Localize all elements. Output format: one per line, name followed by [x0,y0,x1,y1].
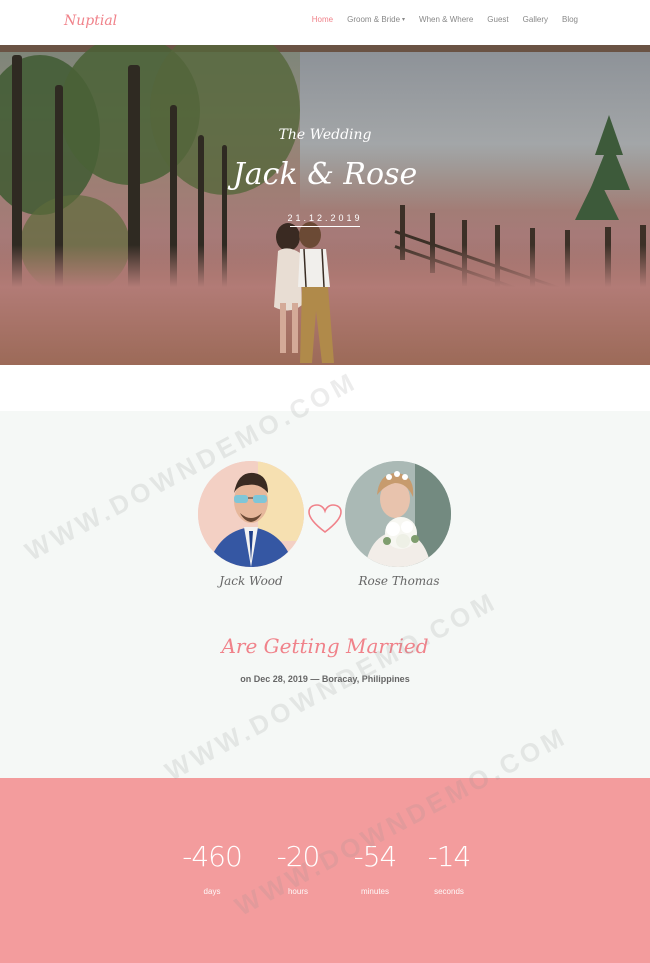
countdown-section: -460 days -20 hours -54 minutes -14 seco… [0,778,650,963]
countdown-minutes-value: -54 [353,840,398,873]
countdown-seconds-value: -14 [427,840,472,873]
chevron-down-icon: ▾ [402,17,406,23]
nav-item-home[interactable]: Home [312,15,333,24]
nav-item-label: Guest [487,15,509,24]
groom-avatar [198,461,304,567]
hero-title: Jack & Rose [232,157,418,192]
heart-icon [308,504,342,534]
nav-item-blog[interactable]: Blog [562,15,578,24]
nav-item-label: When & Where [419,15,474,24]
groom-photo [198,461,304,567]
hero-banner: The Wedding Jack & Rose 21.12.2019 [0,45,650,365]
hero-date: 21.12.2019 [287,213,363,223]
nav-item-gallery[interactable]: Gallery [523,15,548,24]
getting-married-headline: Are Getting Married [221,634,429,658]
couple-photo-figure [274,222,334,363]
site-logo[interactable]: Nuptial [64,13,117,29]
nav-item-guest[interactable]: Guest [487,15,508,24]
countdown-hours-value: -20 [276,840,321,873]
countdown-seconds-label: seconds [434,887,464,896]
wedding-date-location: on Dec 28, 2019 — Boracay, Philippines [240,674,410,684]
countdown-days-label: days [203,887,221,896]
groom-name: Jack Wood [219,574,283,588]
countdown-days: -460 days [177,840,247,896]
countdown-minutes-label: minutes [360,887,389,896]
hero-date-underline [290,226,360,227]
countdown-days-value: -460 [182,840,243,873]
countdown-hours-label: hours [287,887,308,896]
nav-item-groom-bride[interactable]: Groom & Bride ▾ [347,15,405,24]
countdown-hours: -20 hours [263,840,333,896]
main-menu: Home Groom & Bride ▾ When & Where Guest G… [298,15,578,24]
bride-photo [345,461,451,567]
nav-item-label: Home [311,15,334,24]
couple-section: Jack Wood Rose Thomas Are Getting Marrie… [0,411,650,778]
nav-item-label: Blog [561,15,578,24]
countdown-minutes: -54 minutes [340,840,410,896]
top-navbar: Nuptial Home Groom & Bride ▾ When & Where… [0,0,650,45]
nav-item-when-where[interactable]: When & Where [419,15,473,24]
bride-name: Rose Thomas [358,574,440,588]
nav-item-label: Gallery [522,15,548,24]
nav-item-label: Groom & Bride [347,15,401,24]
bride-avatar [345,461,451,567]
countdown-seconds: -14 seconds [414,840,484,896]
hero-subtitle: The Wedding [278,127,372,143]
